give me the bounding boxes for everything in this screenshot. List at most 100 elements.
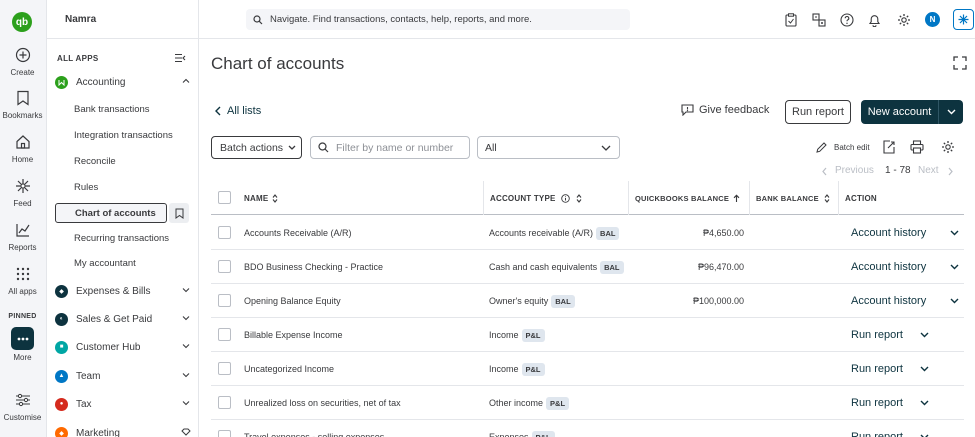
select-all-checkbox[interactable]: [218, 191, 231, 204]
chevron-down-icon[interactable]: [950, 298, 959, 304]
accountant-tools-icon[interactable]: [811, 12, 826, 27]
table-row[interactable]: Opening Balance Equity Owner's equity BAL ₱…: [211, 284, 964, 318]
sidebar-item-my-accountant[interactable]: My accountant: [74, 258, 136, 269]
column-name-header[interactable]: NAME: [244, 181, 278, 215]
rail-customise[interactable]: Customise: [0, 390, 45, 422]
collapse-sidebar-icon[interactable]: [174, 52, 186, 64]
sidebar-item-recurring-transactions[interactable]: Recurring transactions: [74, 233, 169, 244]
sidebar-section-marketing[interactable]: ◆ Marketing: [55, 423, 191, 437]
row-action-label[interactable]: Run report: [851, 431, 903, 437]
table-row[interactable]: Travel expenses - selling expenses Expens…: [211, 420, 964, 437]
all-lists-link[interactable]: All lists: [214, 105, 261, 117]
row-checkbox[interactable]: [218, 328, 231, 341]
sidebar-section-accounting[interactable]: Accounting: [55, 72, 191, 92]
give-feedback-link[interactable]: Give feedback: [681, 104, 769, 116]
user-avatar[interactable]: N: [925, 12, 940, 27]
pager-previous[interactable]: Previous: [835, 165, 874, 176]
row-action[interactable]: Run report: [851, 386, 929, 420]
pager-next[interactable]: Next: [918, 165, 939, 176]
rail-create[interactable]: Create: [0, 45, 45, 77]
account-name[interactable]: Opening Balance Equity: [244, 284, 341, 318]
clipboard-icon[interactable]: [783, 12, 798, 27]
row-action-label[interactable]: Run report: [851, 397, 903, 409]
row-checkbox[interactable]: [218, 396, 231, 409]
row-action-label[interactable]: Account history: [851, 261, 926, 273]
rail-home[interactable]: Home: [0, 132, 45, 164]
export-icon[interactable]: [882, 140, 896, 154]
column-divider: [838, 181, 839, 215]
rail-bookmarks[interactable]: Bookmarks: [0, 88, 45, 120]
account-name[interactable]: Billable Expense Income: [244, 318, 343, 352]
account-type: Owner's equity: [489, 296, 549, 306]
table-row[interactable]: Accounts Receivable (A/R) Accounts receiv…: [211, 216, 964, 250]
table-row[interactable]: BDO Business Checking - Practice Cash and…: [211, 250, 964, 284]
fullscreen-icon[interactable]: [953, 56, 967, 70]
chevron-down-icon[interactable]: [950, 230, 959, 236]
row-checkbox[interactable]: [218, 226, 231, 239]
new-account-button[interactable]: New account: [861, 100, 938, 124]
sidebar-item-rules[interactable]: Rules: [74, 182, 98, 193]
account-type-select[interactable]: All: [477, 136, 620, 159]
sidebar-section-expenses[interactable]: ◆ Expenses & Bills: [55, 281, 191, 301]
run-report-button[interactable]: Run report: [785, 100, 851, 124]
table-row[interactable]: Unrealized loss on securities, net of ta…: [211, 386, 964, 420]
sidebar-section-team[interactable]: ▲ Team: [55, 366, 191, 386]
intuit-assist-button[interactable]: [953, 9, 974, 30]
quickbooks-balance: [629, 318, 744, 352]
row-action[interactable]: Account history: [851, 250, 959, 284]
row-action[interactable]: Account history: [851, 216, 959, 250]
chevron-down-icon[interactable]: [920, 332, 929, 338]
row-action-label[interactable]: Run report: [851, 329, 903, 341]
account-name[interactable]: Accounts Receivable (A/R): [244, 216, 352, 250]
filter-by-name-input[interactable]: Filter by name or number: [310, 136, 470, 159]
account-tag-badge: BAL: [600, 260, 624, 274]
row-checkbox[interactable]: [218, 260, 231, 273]
sidebar-section-tax[interactable]: ● Tax: [55, 394, 191, 414]
chevron-down-icon[interactable]: [950, 264, 959, 270]
account-name[interactable]: BDO Business Checking - Practice: [244, 250, 383, 284]
column-type-header[interactable]: ACCOUNT TYPE: [490, 181, 582, 215]
row-action[interactable]: Run report: [851, 420, 929, 437]
chevron-down-icon[interactable]: [920, 366, 929, 372]
new-account-dropdown-button[interactable]: [939, 100, 963, 124]
account-tag-badge: P&L: [521, 328, 545, 342]
rail-reports[interactable]: Reports: [0, 220, 45, 252]
quickbooks-logo[interactable]: qb: [12, 12, 32, 32]
sidebar-section-customer-hub[interactable]: ■ Customer Hub: [55, 337, 191, 357]
rail-more[interactable]: More: [0, 327, 45, 362]
bookmark-page-button[interactable]: [169, 203, 189, 223]
table-row[interactable]: Billable Expense Income Income P&L Run repo…: [211, 318, 964, 352]
table-settings-gear-icon[interactable]: [941, 140, 955, 154]
account-name[interactable]: Travel expenses - selling expenses: [244, 420, 384, 437]
batch-edit-button[interactable]: Batch edit: [816, 142, 870, 153]
row-checkbox[interactable]: [218, 362, 231, 375]
rail-feed[interactable]: Feed: [0, 176, 45, 208]
chevron-down-icon[interactable]: [920, 400, 929, 406]
row-action-label[interactable]: Account history: [851, 227, 926, 239]
row-action-label[interactable]: Account history: [851, 295, 926, 307]
sidebar-item-reconcile[interactable]: Reconcile: [74, 156, 116, 167]
row-action[interactable]: Account history: [851, 284, 959, 318]
account-name[interactable]: Uncategorized Income: [244, 352, 334, 386]
row-action[interactable]: Run report: [851, 318, 929, 352]
global-search[interactable]: Navigate. Find transactions, contacts, h…: [246, 9, 630, 30]
sidebar-item-integration-transactions[interactable]: Integration transactions: [74, 130, 173, 141]
print-icon[interactable]: [910, 140, 924, 154]
rail-all-apps[interactable]: All apps: [0, 264, 45, 296]
notifications-bell-icon[interactable]: [867, 12, 882, 27]
batch-actions-dropdown[interactable]: Batch actions: [211, 136, 302, 159]
sidebar-item-chart-of-accounts[interactable]: Chart of accounts: [55, 203, 167, 223]
account-name[interactable]: Unrealized loss on securities, net of ta…: [244, 386, 401, 420]
row-action[interactable]: Run report: [851, 352, 929, 386]
sidebar-item-bank-transactions[interactable]: Bank transactions: [74, 104, 150, 115]
sidebar-section-sales[interactable]: ◐ Sales & Get Paid: [55, 309, 191, 329]
row-action-label[interactable]: Run report: [851, 363, 903, 375]
help-icon[interactable]: [839, 12, 854, 27]
row-checkbox[interactable]: [218, 430, 231, 437]
settings-gear-icon[interactable]: [896, 12, 911, 27]
table-row[interactable]: Uncategorized Income Income P&L Run report: [211, 352, 964, 386]
column-bank-balance-header[interactable]: BANK BALANCE: [756, 181, 830, 215]
search-icon: [318, 142, 329, 153]
row-checkbox[interactable]: [218, 294, 231, 307]
column-qb-balance-header[interactable]: QUICKBOOKS BALANCE: [635, 181, 740, 215]
